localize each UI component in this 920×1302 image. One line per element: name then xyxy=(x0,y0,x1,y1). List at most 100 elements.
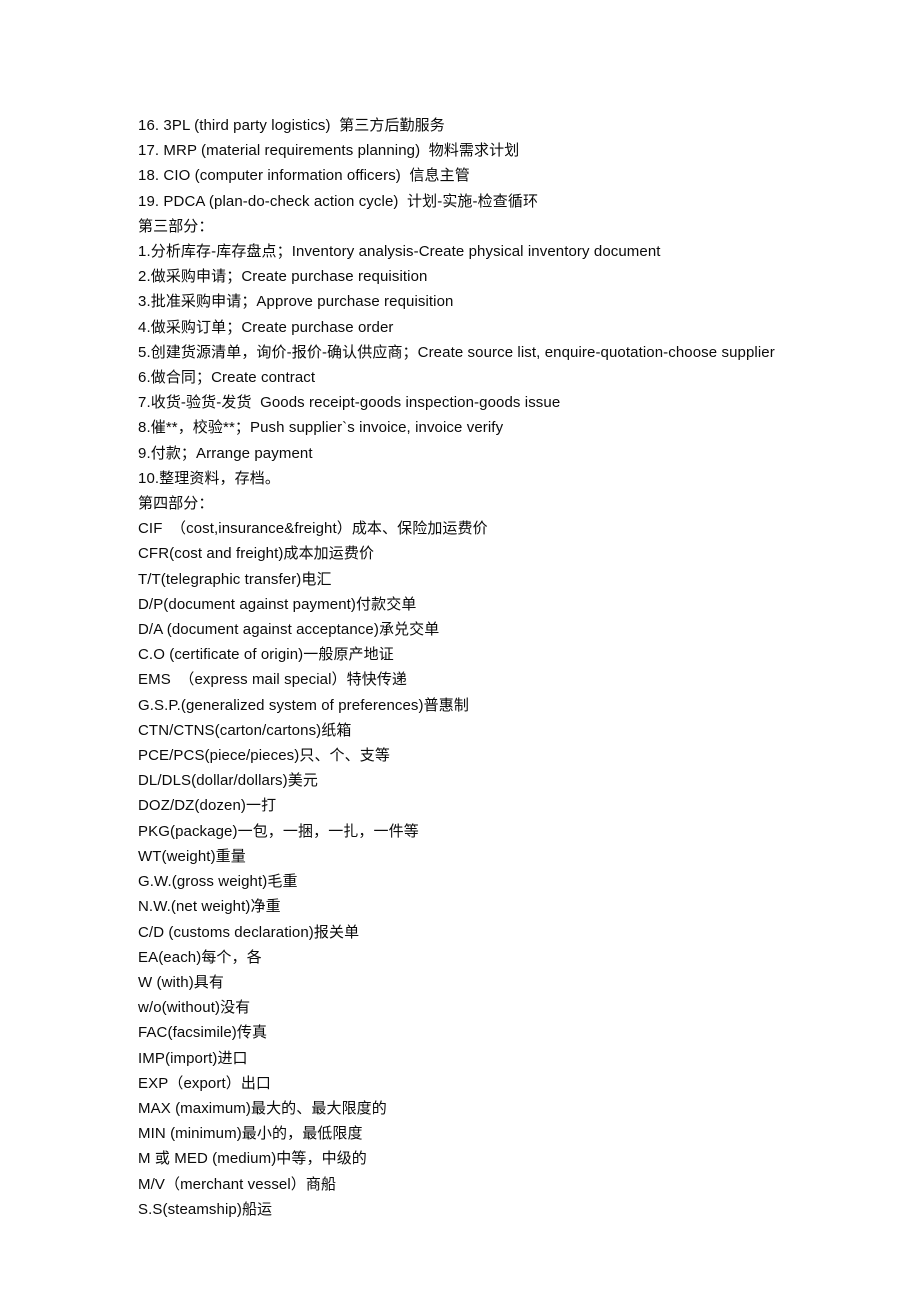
latin-run: 19. PDCA (plan-do-check action cycle) xyxy=(138,192,408,210)
document-line: 4.做采购订单；Create purchase order xyxy=(138,315,878,340)
document-line: DL/DLS(dollar/dollars)美元 xyxy=(138,768,878,793)
cjk-run: 普惠制 xyxy=(423,695,469,714)
document-line: M 或 MED (medium)中等，中级的 xyxy=(138,1146,878,1171)
latin-run: D/P(document against payment) xyxy=(138,595,357,613)
cjk-run: 承兑交单 xyxy=(378,620,440,639)
latin-run: 4. xyxy=(138,318,151,336)
latin-run: IMP(import) xyxy=(138,1049,218,1067)
document-line: C/D (customs declaration)报关单 xyxy=(138,920,878,945)
document-line: 10.整理资料，存档。 xyxy=(138,466,878,491)
cjk-run: 毛重 xyxy=(267,872,298,891)
document-line: EMS （express mail special）特快传递 xyxy=(138,667,878,692)
cjk-run: 验货 xyxy=(186,393,217,412)
cjk-run: （ xyxy=(164,1174,181,1193)
latin-run: CTN/CTNS(carton/cartons) xyxy=(138,721,322,739)
latin-run: Goods receipt-goods inspection-goods iss… xyxy=(251,394,561,412)
latin-run: D/A (document against acceptance) xyxy=(138,621,379,639)
document-text-body: 16. 3PL (third party logistics) 第三方后勤服务 1… xyxy=(138,113,878,1222)
cjk-run: 传真 xyxy=(236,1023,268,1042)
cjk-run: 一打 xyxy=(246,796,277,815)
latin-run: Create purchase requisition xyxy=(241,268,428,286)
document-line: 9.付款；Arrange payment xyxy=(138,441,878,466)
latin-run: 16. 3PL (third party logistics) xyxy=(138,117,340,134)
cjk-run: 每个，各 xyxy=(201,947,262,966)
cjk-run: 具有 xyxy=(193,972,224,991)
latin-run: G.W.(gross weight) xyxy=(138,873,268,891)
document-line: WT(weight)重量 xyxy=(138,844,878,869)
latin-run: Inventory analysis-Create physical inven… xyxy=(291,243,661,261)
latin-run: Approve purchase requisition xyxy=(256,293,454,311)
cjk-run: 进口 xyxy=(217,1048,248,1067)
document-line: W (with)具有 xyxy=(138,970,878,995)
cjk-run: 报价 xyxy=(291,342,322,361)
document-line: 3.批准采购申请；Approve purchase requisition xyxy=(138,289,878,314)
latin-run: M xyxy=(138,1150,155,1168)
document-line: PKG(package)一包，一捆，一扎，一件等 xyxy=(138,819,878,844)
cjk-run: ，校验 xyxy=(177,418,224,437)
latin-run: T/T(telegraphic transfer) xyxy=(138,570,302,588)
document-line: w/o(without)没有 xyxy=(138,995,878,1020)
document-line: 6.做合同；Create contract xyxy=(138,365,878,390)
cjk-run: 美元 xyxy=(287,771,318,790)
latin-run: w/o(without) xyxy=(138,999,221,1017)
latin-run: Push supplier`s invoice, invoice verify xyxy=(250,419,504,437)
document-line: EA(each)每个，各 xyxy=(138,945,878,970)
cjk-run: ）出口 xyxy=(225,1073,272,1092)
cjk-run: ）商船 xyxy=(290,1174,337,1193)
cjk-run: 确认供应商； xyxy=(327,342,418,361)
latin-run: S.S(steamship) xyxy=(138,1200,242,1218)
document-line: 18. CIO (computer information officers) … xyxy=(138,163,878,188)
document-line: D/P(document against payment)付款交单 xyxy=(138,592,878,617)
cjk-run: 净重 xyxy=(250,897,281,916)
document-line: DOZ/DZ(dozen)一打 xyxy=(138,793,878,818)
latin-run: Create purchase order xyxy=(241,318,394,336)
latin-run: ** xyxy=(223,419,235,437)
document-line: EXP（export）出口 xyxy=(138,1071,878,1096)
cjk-run: 做采购订单； xyxy=(150,317,242,336)
document-line: CTN/CTNS(carton/cartons)纸箱 xyxy=(138,718,878,743)
latin-run: 2. xyxy=(138,268,151,286)
document-line: MAX (maximum)最大的、最大限度的 xyxy=(138,1096,878,1121)
cjk-run: 实施 xyxy=(442,191,473,210)
cjk-run: 付款交单 xyxy=(356,594,417,613)
cjk-run: 做采购申请； xyxy=(150,267,242,286)
latin-run: CFR(cost and freight) xyxy=(138,545,284,563)
cjk-run: 催 xyxy=(150,418,166,437)
latin-run: PCE/PCS(piece/pieces) xyxy=(138,747,300,765)
cjk-run: 纸箱 xyxy=(321,720,352,739)
latin-run: EA(each) xyxy=(138,948,202,966)
latin-run: 7. xyxy=(138,394,151,412)
document-line: G.W.(gross weight)毛重 xyxy=(138,869,878,894)
cjk-run: 或 xyxy=(154,1149,170,1168)
cjk-run: 做合同； xyxy=(150,368,212,387)
cjk-run: 最小的，最低限度 xyxy=(241,1124,363,1143)
latin-run: 1. xyxy=(138,243,151,261)
latin-run: Create source list, enquire-quotation-ch… xyxy=(417,343,775,361)
document-line: 16. 3PL (third party logistics) 第三方后勤服务 xyxy=(138,113,878,138)
latin-run: FAC(facsimile) xyxy=(138,1024,237,1042)
document-line: N.W.(net weight)净重 xyxy=(138,894,878,919)
cjk-run: 批准采购申请； xyxy=(150,292,257,311)
cjk-run: 报关单 xyxy=(313,922,360,941)
document-line: FAC(facsimile)传真 xyxy=(138,1020,878,1045)
document-line: IMP(import)进口 xyxy=(138,1046,878,1071)
document-line: G.S.P.(generalized system of preferences… xyxy=(138,693,878,718)
latin-run: 18. CIO (computer information officers) xyxy=(138,167,410,185)
latin-run: 6. xyxy=(138,369,151,387)
cjk-run: 第四部分： xyxy=(138,494,214,513)
cjk-run: 船运 xyxy=(241,1199,273,1218)
cjk-run: 物料需求计划 xyxy=(428,141,520,160)
latin-run: 9. xyxy=(138,444,151,462)
document-line: PCE/PCS(piece/pieces)只、个、支等 xyxy=(138,743,878,768)
latin-run: merchant vessel xyxy=(180,1175,291,1193)
document-line: MIN (minimum)最小的，最低限度 xyxy=(138,1121,878,1146)
document-line: 1.分析库存-库存盘点；Inventory analysis-Create ph… xyxy=(138,239,878,264)
cjk-run: 一般原产地证 xyxy=(303,645,394,664)
cjk-run: 分析库存 xyxy=(150,242,212,261)
cjk-run: 成本加运费价 xyxy=(283,544,375,563)
latin-run: C/D (customs declaration) xyxy=(138,923,314,941)
latin-run: export xyxy=(183,1074,226,1092)
cjk-run: 发货 xyxy=(221,393,252,412)
latin-run: MIN (minimum) xyxy=(138,1125,242,1143)
latin-run: express mail special xyxy=(194,671,332,689)
